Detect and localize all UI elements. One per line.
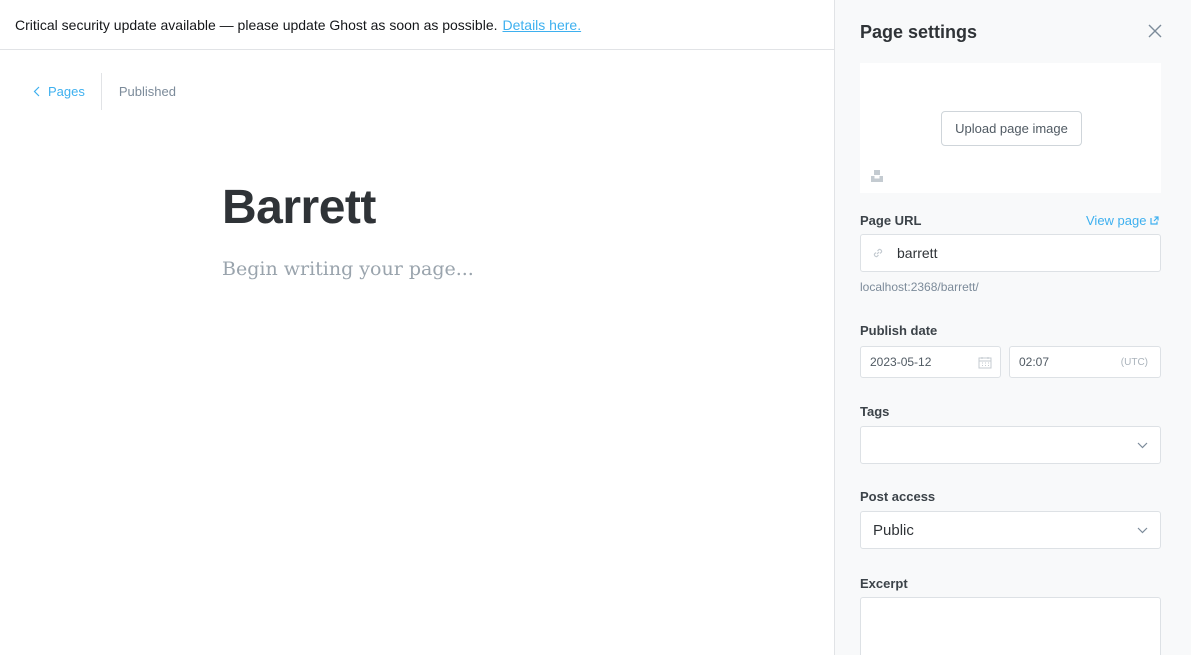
view-page-label: View page bbox=[1086, 213, 1147, 228]
alert-details-link[interactable]: Details here. bbox=[503, 17, 582, 33]
chevron-down-icon bbox=[1137, 442, 1148, 448]
publish-time-value: 02:07 bbox=[1019, 355, 1050, 369]
back-to-pages-link[interactable]: Pages bbox=[33, 73, 102, 110]
close-icon[interactable] bbox=[1146, 22, 1164, 40]
page-url-input[interactable]: barrett bbox=[860, 234, 1161, 272]
chevron-left-icon bbox=[33, 86, 40, 97]
page-url-value: barrett bbox=[897, 245, 938, 261]
page-body-editor[interactable]: Begin writing your page... bbox=[222, 258, 474, 280]
publish-date-value: 2023-05-12 bbox=[870, 355, 932, 369]
publish-time-input[interactable]: 02:07 (UTC) bbox=[1009, 346, 1161, 378]
excerpt-label: Excerpt bbox=[860, 576, 908, 591]
editor-breadcrumb: Pages Published bbox=[33, 73, 176, 110]
post-access-label: Post access bbox=[860, 489, 936, 504]
security-alert-bar: Critical security update available — ple… bbox=[0, 0, 834, 50]
calendar-icon bbox=[978, 356, 992, 368]
post-access-select[interactable]: Public bbox=[860, 511, 1161, 549]
publish-date-input[interactable]: 2023-05-12 bbox=[860, 346, 1001, 378]
publish-date-label: Publish date bbox=[860, 323, 938, 338]
tags-input[interactable] bbox=[860, 426, 1161, 464]
editor: Critical security update available — ple… bbox=[0, 0, 834, 655]
excerpt-textarea[interactable] bbox=[860, 597, 1161, 655]
view-page-link[interactable]: View page bbox=[1086, 213, 1160, 228]
page-url-label: Page URL bbox=[860, 213, 922, 228]
tags-label: Tags bbox=[860, 404, 890, 419]
publish-status: Published bbox=[118, 84, 176, 99]
link-icon bbox=[873, 248, 883, 258]
upload-image-button[interactable]: Upload page image bbox=[941, 111, 1082, 146]
external-link-icon bbox=[1150, 216, 1160, 225]
page-url-preview: localhost:2368/barrett/ bbox=[860, 280, 979, 294]
feature-image-dropzone[interactable]: Upload page image bbox=[860, 63, 1161, 193]
panel-title: Page settings bbox=[860, 22, 978, 42]
page-settings-panel: Page settings Upload page image Page URL… bbox=[834, 0, 1191, 655]
unsplash-icon[interactable] bbox=[870, 169, 884, 188]
page-title-input[interactable]: Barrett bbox=[222, 180, 376, 235]
alert-message: Critical security update available — ple… bbox=[15, 16, 498, 33]
post-access-value: Public bbox=[873, 521, 914, 539]
back-label: Pages bbox=[48, 84, 85, 99]
chevron-down-icon bbox=[1137, 527, 1148, 533]
timezone-label: (UTC) bbox=[1120, 356, 1148, 368]
